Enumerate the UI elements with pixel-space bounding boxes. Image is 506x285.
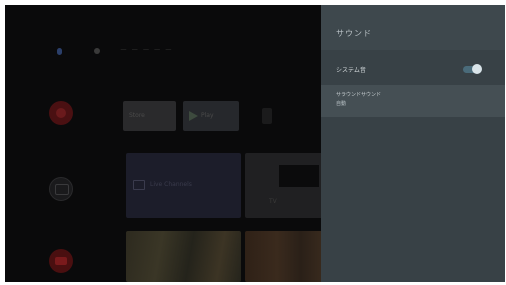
surround-sound-value: 自動: [336, 101, 347, 107]
search-hint-text: ー ー ー ー ー: [120, 46, 173, 54]
store-app-tile[interactable]: Store: [123, 101, 176, 131]
video-thumbnail[interactable]: [126, 231, 241, 282]
tv-screen: ー ー ー ー ー Store Play Live Channels TV サウ…: [5, 5, 505, 282]
play-app-tile[interactable]: Play: [183, 101, 239, 131]
live-tv-row-icon: [49, 177, 73, 201]
system-sounds-label: システム音: [336, 67, 366, 74]
play-tile-label: Play: [201, 112, 214, 119]
more-app-tile[interactable]: [262, 108, 272, 124]
video-thumbnail[interactable]: [245, 231, 325, 282]
youtube-row-icon: [49, 249, 73, 273]
surround-sound-row[interactable]: サラウンドサウンド 自動: [321, 85, 505, 117]
apps-row-icon: [49, 101, 73, 125]
tv-input-tile[interactable]: TV: [245, 153, 325, 218]
system-sounds-row[interactable]: システム音: [321, 57, 505, 82]
store-tile-label: Store: [129, 112, 145, 119]
microphone-icon[interactable]: [57, 48, 62, 55]
tv-icon: [133, 180, 145, 190]
tv-preview: [279, 165, 319, 187]
search-bar[interactable]: ー ー ー ー ー: [50, 45, 290, 57]
system-sounds-toggle[interactable]: [463, 64, 482, 74]
sound-settings-panel: サウンド システム音 サラウンドサウンド 自動: [321, 5, 505, 282]
live-channels-label: Live Channels: [150, 181, 192, 188]
surround-sound-label: サラウンドサウンド: [336, 92, 382, 98]
home-screen-dimmed: ー ー ー ー ー Store Play Live Channels TV: [5, 5, 325, 282]
panel-title: サウンド: [336, 29, 372, 38]
tv-input-label: TV: [269, 198, 277, 205]
live-channels-tile[interactable]: Live Channels: [126, 153, 241, 218]
toggle-knob: [472, 64, 482, 74]
search-icon[interactable]: [94, 48, 100, 54]
panel-header: サウンド: [321, 5, 505, 50]
